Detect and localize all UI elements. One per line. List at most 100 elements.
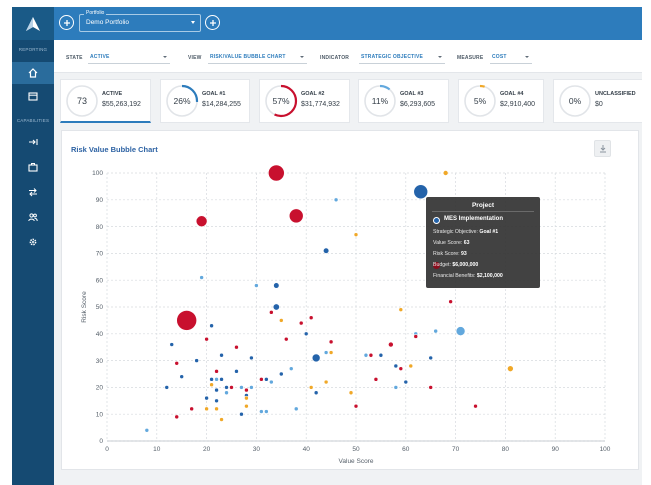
tooltip-row-value: 63	[463, 240, 470, 246]
view-filter-value: RISK/VALUE BUBBLE CHART	[210, 54, 286, 60]
data-bubble	[348, 390, 354, 396]
data-bubble	[269, 379, 274, 385]
data-bubble	[433, 328, 438, 334]
metric-card-unclassified[interactable]: 0% UNCLASSIFIED $0	[553, 79, 642, 123]
y-tick-label: 40	[96, 331, 104, 338]
state-filter-value: ACTIVE	[90, 54, 110, 60]
chevron-down-icon	[163, 56, 167, 58]
indicator-filter-select[interactable]: STRATEGIC OBJECTIVE	[359, 49, 445, 64]
data-bubble	[224, 390, 229, 396]
sidebar-item-calendar[interactable]	[12, 85, 54, 107]
download-button[interactable]	[594, 140, 611, 157]
y-tick-label: 0	[99, 438, 103, 445]
data-bubble	[209, 377, 214, 382]
x-tick-label: 100	[600, 446, 611, 453]
x-tick-label: 40	[303, 446, 311, 453]
tooltip-row-budget: Budget: $6,000,000	[433, 262, 478, 268]
metric-card-amount: $31,774,932	[301, 101, 340, 108]
measure-filter-label: MEASURE	[457, 55, 484, 61]
tooltip-divider	[432, 211, 534, 212]
count-gauge: 73	[66, 85, 98, 117]
metric-card-title: GOAL #4	[500, 91, 524, 97]
data-bubble	[204, 395, 209, 401]
x-axis-title: Value Score	[339, 458, 374, 465]
data-bubble	[269, 310, 274, 315]
add-portfolio-button[interactable]	[205, 15, 220, 30]
x-tick-label: 30	[253, 446, 261, 453]
data-bubble	[259, 377, 264, 382]
metric-card-goal-3[interactable]: 11% GOAL #3 $6,293,605	[358, 79, 449, 123]
metric-card-goal-1[interactable]: 26% GOAL #1 $14,284,255	[160, 79, 250, 123]
data-bubble	[164, 385, 170, 390]
data-bubble	[219, 377, 224, 382]
data-bubble	[264, 409, 269, 414]
chevron-down-icon	[438, 56, 442, 58]
data-bubble	[507, 365, 514, 372]
sidebar-item-resources[interactable]	[12, 206, 54, 228]
data-bubble	[254, 283, 259, 288]
users-icon	[28, 213, 38, 222]
plus-icon	[63, 19, 70, 26]
sidebar-item-settings[interactable]	[12, 231, 54, 253]
goal-gauge: 11%	[363, 84, 397, 118]
data-bubble	[403, 379, 409, 385]
metric-card-goal-4[interactable]: 5% GOAL #4 $2,910,400	[458, 79, 544, 123]
sidebar-item-scenarios[interactable]	[12, 181, 54, 203]
data-bubble	[428, 355, 434, 361]
data-bubble	[239, 411, 244, 417]
data-bubble	[244, 403, 249, 409]
data-bubble	[214, 406, 219, 412]
data-bubble	[323, 350, 329, 355]
indicator-filter-label: INDICATOR	[320, 55, 350, 61]
metric-card-active[interactable]: 73 ACTIVE $55,263,192	[60, 79, 151, 123]
data-bubble	[313, 390, 319, 396]
project-tooltip: Project MES Implementation Strategic Obj…	[426, 197, 540, 288]
goal-gauge: 57%	[264, 84, 298, 118]
data-bubble	[259, 409, 264, 414]
sidebar-item-projects[interactable]	[12, 156, 54, 178]
data-bubble	[428, 385, 434, 390]
tooltip-row-benefits: Financial Benefits: $2,100,000	[433, 273, 503, 279]
goal-gauge-label: 26%	[173, 96, 190, 106]
data-bubble	[176, 310, 197, 331]
chart-panel: 0 10 20 30 40 50 60 70 80 90 100 0 10 20 30 40 50 60 70 80 9…	[61, 130, 639, 470]
data-bubble	[353, 232, 359, 237]
app-logo[interactable]	[12, 7, 54, 40]
data-bubble	[244, 387, 249, 393]
data-bubble	[303, 331, 309, 337]
data-bubble	[393, 385, 399, 390]
data-bubble	[199, 275, 204, 280]
state-filter-select[interactable]: ACTIVE	[88, 49, 170, 64]
data-bubble	[473, 403, 478, 409]
data-bubble	[214, 398, 219, 404]
data-bubble	[378, 352, 384, 358]
data-bubble	[388, 341, 394, 348]
portfolio-select[interactable]: Portfolio Demo Portfolio	[79, 10, 201, 32]
data-bubble	[333, 197, 339, 203]
data-bubble	[264, 377, 269, 382]
goal-gauge-label: 57%	[272, 96, 289, 106]
portfolio-caption: Portfolio	[84, 10, 107, 16]
data-bubble	[214, 387, 219, 393]
x-tick-label: 0	[105, 446, 109, 453]
tooltip-row-label: Risk Score:	[433, 251, 461, 257]
add-button[interactable]	[59, 15, 74, 30]
view-filter-select[interactable]: RISK/VALUE BUBBLE CHART	[208, 49, 307, 64]
sidebar-item-import[interactable]	[12, 131, 54, 153]
download-icon	[599, 145, 606, 153]
y-tick-label: 10	[96, 411, 104, 418]
tooltip-heading: Project	[471, 202, 495, 209]
metric-card-goal-2[interactable]: 57% GOAL #2 $31,774,932	[259, 79, 350, 123]
x-tick-label: 80	[502, 446, 510, 453]
y-tick-label: 50	[96, 304, 104, 311]
data-bubble	[209, 323, 214, 329]
data-bubble	[189, 406, 194, 412]
measure-filter-select[interactable]: COST	[490, 49, 532, 64]
arrow-right-bar-icon	[29, 139, 38, 145]
x-tick-label: 60	[402, 446, 410, 453]
goal-gauge: 5%	[463, 84, 497, 118]
data-bubble	[442, 170, 449, 176]
tooltip-row-value: 93	[460, 251, 467, 257]
sidebar-item-home[interactable]	[12, 62, 54, 84]
tooltip-row-label: Strategic Objective:	[433, 229, 480, 235]
